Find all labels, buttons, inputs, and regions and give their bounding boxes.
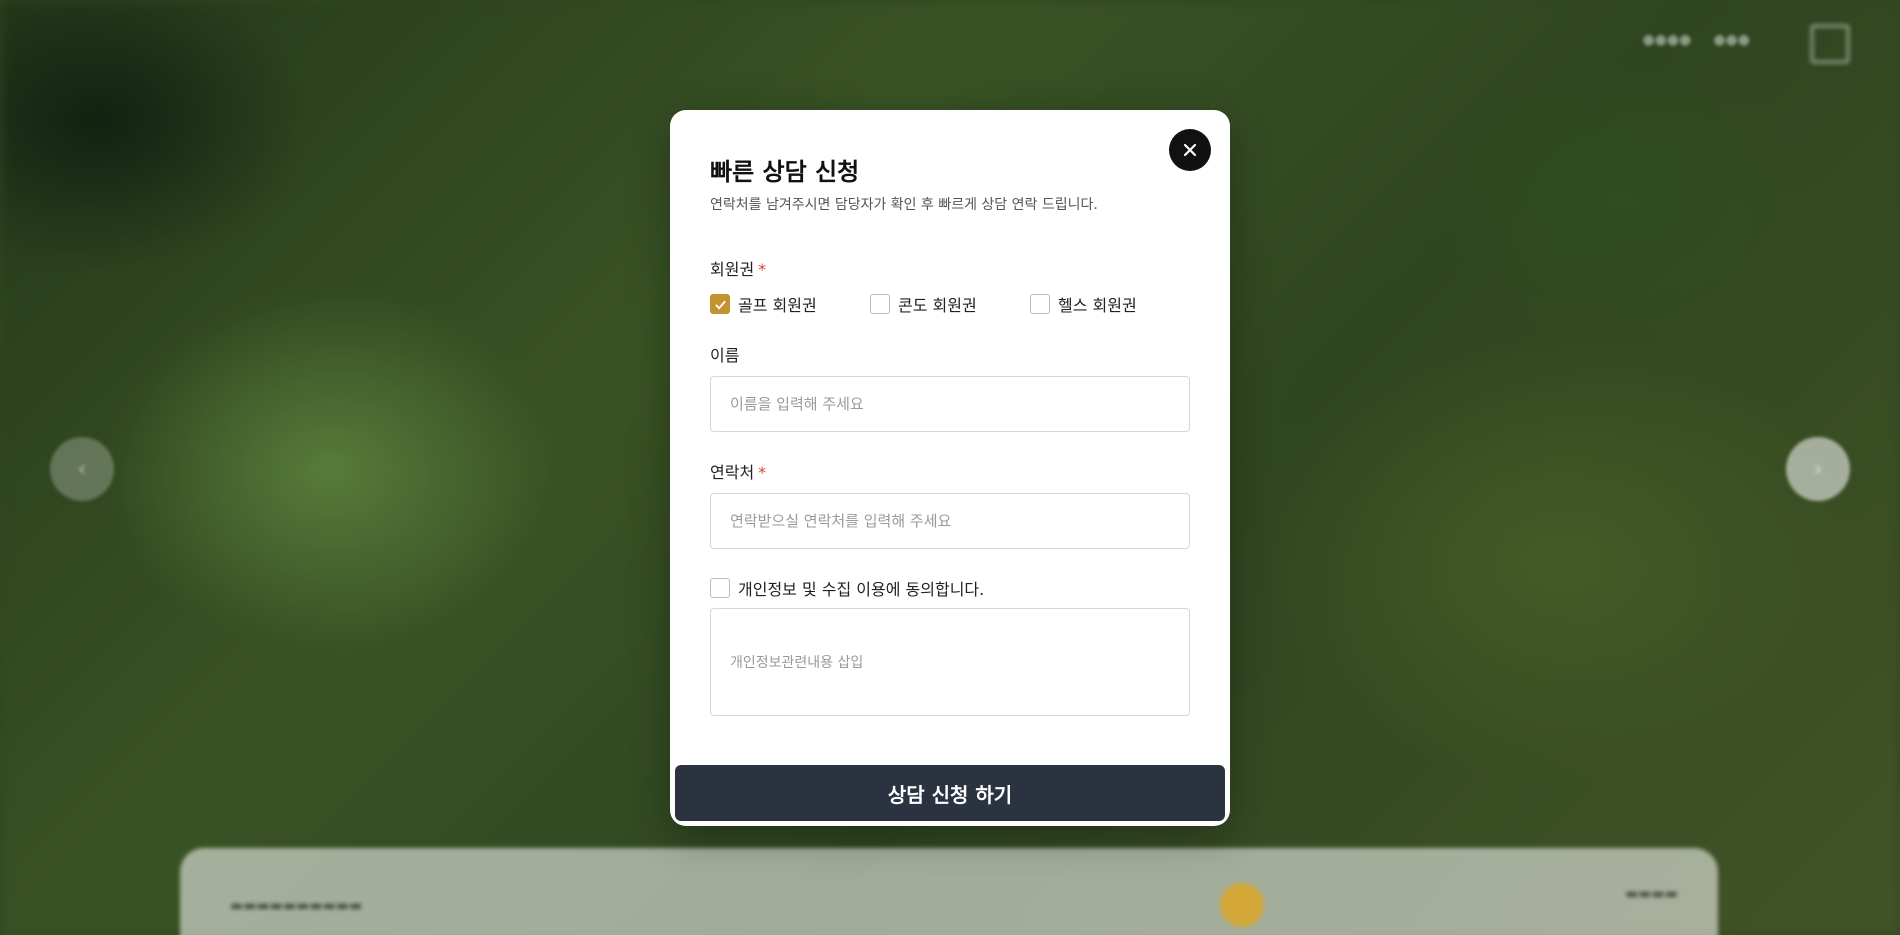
privacy-agree-checkbox[interactable] — [710, 578, 730, 598]
name-label: 이름 — [710, 346, 740, 365]
contact-label-text: 연락처 — [710, 463, 755, 482]
close-icon — [1183, 143, 1197, 157]
logo-icon — [1810, 24, 1850, 64]
membership-option-health[interactable]: 헬스 회원권 — [1030, 292, 1190, 316]
condo-label: 콘도 회원권 — [898, 296, 977, 315]
carousel-prev-icon: ‹ — [50, 437, 114, 501]
close-button[interactable] — [1169, 129, 1211, 171]
bottom-bar-badge-blurred — [1220, 883, 1264, 927]
consultation-modal: 빠른 상담 신청 연락처를 남겨주시면 담당자가 확인 후 빠르게 상담 연락 … — [670, 110, 1230, 826]
required-mark: * — [758, 260, 767, 279]
name-input[interactable] — [710, 376, 1190, 432]
membership-option-golf[interactable]: 골프 회원권 — [710, 292, 870, 316]
membership-label: 회원권 * — [710, 256, 766, 280]
health-label: 헬스 회원권 — [1058, 296, 1137, 315]
privacy-agree-label: 개인정보 및 수집 이용에 동의합니다. — [738, 580, 985, 599]
condo-checkbox[interactable] — [870, 294, 890, 314]
golf-label: 골프 회원권 — [738, 296, 817, 315]
submit-button[interactable]: 상담 신청 하기 — [675, 765, 1225, 821]
golf-checkbox[interactable] — [710, 294, 730, 314]
membership-option-condo[interactable]: 콘도 회원권 — [870, 292, 1030, 316]
bottom-bar-text-blurred: ▬▬▬▬▬▬▬▬▬▬ — [230, 898, 363, 914]
required-mark: * — [758, 463, 767, 482]
health-checkbox[interactable] — [1030, 294, 1050, 314]
privacy-agree-row[interactable]: 개인정보 및 수집 이용에 동의합니다. — [710, 576, 984, 600]
modal-subtitle: 연락처를 남겨주시면 담당자가 확인 후 빠르게 상담 연락 드립니다. — [710, 197, 1098, 213]
membership-label-text: 회원권 — [710, 260, 755, 279]
check-icon — [714, 300, 726, 310]
carousel-next-icon: › — [1786, 437, 1850, 501]
bottom-bar-right-blurred: ▬▬▬▬ — [1625, 886, 1678, 902]
privacy-content-box[interactable]: 개인정보관련내용 삽입 — [710, 608, 1190, 716]
contact-label: 연락처 * — [710, 459, 766, 483]
privacy-content-placeholder: 개인정보관련내용 삽입 — [730, 655, 864, 671]
bottom-info-bar-blurred: ▬▬▬▬▬▬▬▬▬▬ ▬▬▬▬ — [180, 848, 1718, 935]
contact-input[interactable] — [710, 493, 1190, 549]
modal-title: 빠른 상담 신청 — [710, 158, 860, 186]
membership-options: 골프 회원권 콘도 회원권 헬스 회원권 — [710, 292, 1190, 316]
top-nav-blurred: ●●●● ●●● — [1642, 32, 1750, 48]
